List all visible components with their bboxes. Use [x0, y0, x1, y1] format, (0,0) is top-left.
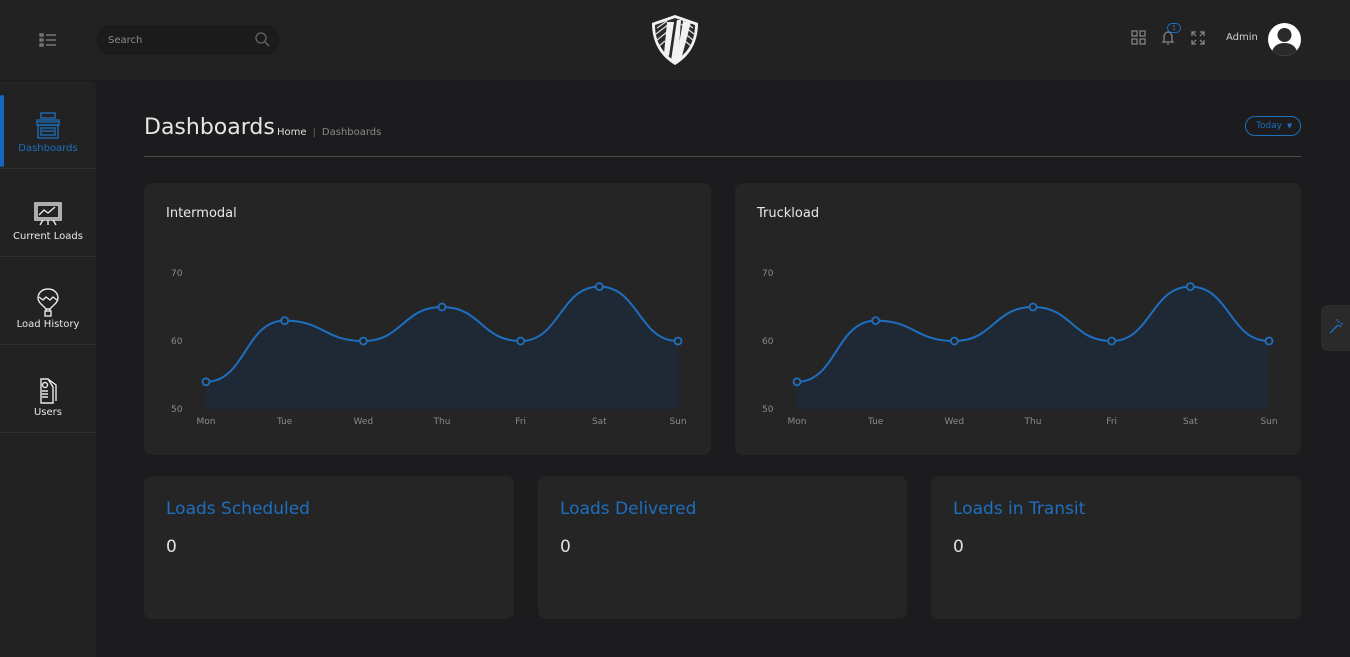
y-tick-label: 50 [762, 405, 774, 415]
date-range-label: Today [1256, 121, 1283, 131]
storefront-icon [33, 111, 63, 141]
sidebar: Dashboards Current Loads Load History Us… [0, 81, 96, 657]
data-point [1028, 302, 1038, 312]
stat-label: Loads Scheduled [166, 499, 310, 519]
data-point [437, 302, 447, 312]
search-input[interactable] [108, 32, 248, 48]
data-point [1107, 336, 1117, 346]
data-point [673, 336, 683, 346]
avatar[interactable] [1268, 23, 1301, 56]
menu-toggle-icon[interactable] [36, 30, 60, 50]
sidebar-item-label: Current Loads [13, 231, 83, 242]
x-tick-label: Tue [276, 417, 293, 427]
breadcrumb: Home | Dashboards [277, 127, 381, 138]
user-name[interactable]: Admin [1226, 32, 1258, 43]
data-point [280, 316, 290, 326]
stat-value: 0 [166, 537, 177, 557]
data-point [949, 336, 959, 346]
stat-label: Loads in Transit [953, 499, 1086, 519]
hot-air-balloon-icon [33, 287, 63, 317]
x-tick-label: Fri [1106, 417, 1117, 427]
search-box [96, 25, 280, 55]
y-tick-label: 50 [171, 405, 183, 415]
chart-card-intermodal: Intermodal 50 60 70 Mon Tue Wed Thu Fri Sat Sun [144, 183, 711, 455]
x-tick-label: Sat [592, 417, 607, 427]
breadcrumb-current: Dashboards [321, 127, 382, 138]
fullscreen-icon[interactable] [1189, 29, 1207, 47]
sidebar-item-dashboards[interactable]: Dashboards [0, 81, 96, 169]
data-point [792, 377, 802, 387]
stat-value: 0 [560, 537, 571, 557]
sidebar-item-current-loads[interactable]: Current Loads [0, 169, 96, 257]
stat-card-loads-delivered: Loads Delivered 0 [538, 476, 907, 619]
x-tick-label: Fri [515, 417, 526, 427]
stat-value: 0 [953, 537, 964, 557]
x-tick-label: Wed [945, 417, 965, 427]
stat-label: Loads Delivered [560, 499, 697, 519]
search-icon[interactable] [254, 31, 270, 47]
x-tick-label: Tue [867, 417, 884, 427]
x-tick-label: Mon [197, 417, 216, 427]
x-tick-label: Thu [1024, 417, 1042, 427]
sidebar-item-load-history[interactable]: Load History [0, 257, 96, 345]
date-range-dropdown[interactable]: Today ▼ [1245, 116, 1301, 136]
sidebar-item-label: Load History [16, 319, 80, 330]
breadcrumb-separator: | [312, 127, 316, 138]
page-title: Dashboards [144, 115, 275, 140]
y-tick-label: 70 [762, 269, 774, 279]
customizer-toggle[interactable] [1321, 305, 1350, 351]
chart-card-truckload: Truckload 50 60 70 Mon Tue Wed Thu Fri Sat Sun [735, 183, 1301, 455]
active-indicator [0, 95, 4, 167]
data-point [871, 316, 881, 326]
sidebar-item-users[interactable]: Users [0, 345, 96, 433]
data-point [1264, 336, 1274, 346]
stat-card-loads-in-transit: Loads in Transit 0 [931, 476, 1301, 619]
data-point [516, 336, 526, 346]
id-badge-icon [33, 375, 63, 405]
y-tick-label: 60 [171, 337, 183, 347]
x-tick-label: Thu [433, 417, 451, 427]
stat-card-loads-scheduled: Loads Scheduled 0 [144, 476, 514, 619]
y-tick-label: 60 [762, 337, 774, 347]
shield-road-logo[interactable] [647, 12, 703, 68]
x-tick-label: Mon [788, 417, 807, 427]
notification-badge: 1 [1167, 23, 1181, 33]
data-point [358, 336, 368, 346]
data-point [1185, 282, 1195, 291]
sidebar-item-label: Dashboards [18, 143, 78, 154]
truckload-area-chart: 50 60 70 Mon Tue Wed Thu Fri Sat Sun [762, 269, 1278, 427]
x-tick-label: Sat [1183, 417, 1198, 427]
apps-grid-icon[interactable] [1130, 29, 1148, 47]
header-divider [144, 156, 1301, 157]
top-bar: 1 Admin [0, 0, 1350, 80]
magic-wand-icon [1327, 318, 1345, 340]
x-tick-label: Sun [1260, 417, 1277, 427]
x-tick-label: Wed [354, 417, 374, 427]
breadcrumb-home-link[interactable]: Home [277, 127, 307, 138]
monitor-chart-icon [33, 199, 63, 229]
data-point [594, 282, 604, 291]
intermodal-area-chart: 50 60 70 Mon Tue Wed Thu Fri Sat Sun [171, 269, 687, 427]
data-point [201, 377, 211, 387]
caret-down-icon: ▼ [1286, 122, 1293, 130]
y-tick-label: 70 [171, 269, 183, 279]
x-tick-label: Sun [669, 417, 686, 427]
sidebar-item-label: Users [33, 407, 62, 418]
